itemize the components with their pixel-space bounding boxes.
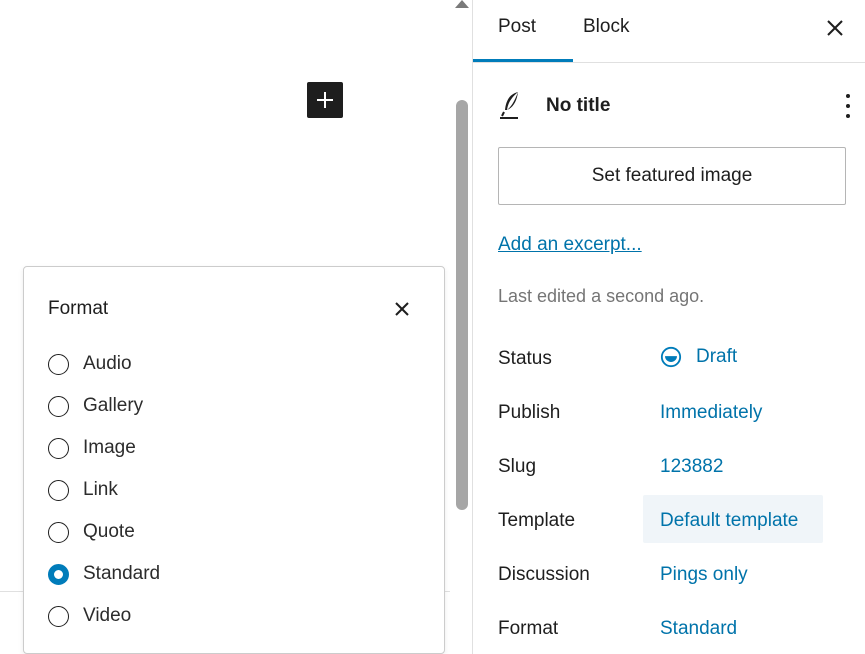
plus-icon: [317, 92, 333, 108]
more-vertical-icon: [846, 94, 850, 98]
editor-canvas: Format Audio Gallery Image Link Quote St…: [0, 0, 472, 654]
close-sidebar-button[interactable]: [823, 16, 847, 40]
format-option-label: Image: [83, 437, 136, 458]
popover-close-button[interactable]: [390, 297, 414, 321]
format-option-label: Gallery: [83, 395, 144, 416]
format-option-audio[interactable]: Audio: [48, 349, 132, 379]
format-popover: Format Audio Gallery Image Link Quote St…: [23, 266, 445, 654]
settings-sidebar: Post Block No title Set featured image A…: [473, 0, 865, 654]
format-option-link[interactable]: Link: [48, 475, 118, 505]
set-featured-image-button[interactable]: Set featured image: [498, 147, 846, 205]
sidebar-tabs: Post Block: [473, 0, 865, 63]
status-label: Status: [498, 348, 552, 369]
block-inserter-button[interactable]: [307, 82, 343, 118]
post-title: No title: [546, 95, 611, 116]
close-icon: [827, 20, 843, 36]
tab-block[interactable]: Block: [583, 16, 629, 38]
status-value-button[interactable]: Draft: [660, 346, 737, 368]
format-option-label: Standard: [83, 563, 161, 584]
format-option-image[interactable]: Image: [48, 433, 136, 463]
last-edited-text: Last edited a second ago.: [498, 286, 705, 306]
format-option-quote[interactable]: Quote: [48, 517, 135, 547]
radio-video[interactable]: [48, 605, 69, 627]
draft-status-icon: [660, 346, 682, 368]
status-value: Draft: [696, 346, 738, 367]
format-option-video[interactable]: Video: [48, 601, 131, 631]
radio-gallery[interactable]: [48, 395, 69, 417]
format-option-label: Quote: [83, 521, 135, 542]
slug-label: Slug: [498, 456, 537, 477]
radio-audio[interactable]: [48, 353, 69, 375]
post-summary-header: No title: [498, 88, 850, 124]
active-tab-indicator: [473, 59, 573, 62]
template-value-button[interactable]: Default template: [660, 510, 798, 532]
format-value-button[interactable]: Standard: [660, 618, 737, 640]
tab-post[interactable]: Post: [498, 16, 536, 38]
scrollbar-thumb[interactable]: [456, 100, 468, 510]
radio-image[interactable]: [48, 437, 69, 459]
post-options-button[interactable]: [842, 92, 854, 120]
radio-standard[interactable]: [48, 563, 69, 585]
format-option-standard[interactable]: Standard: [48, 559, 160, 589]
add-excerpt-link[interactable]: Add an excerpt...: [498, 234, 642, 256]
scroll-up-arrow[interactable]: [455, 0, 469, 8]
format-option-label: Link: [83, 479, 118, 500]
slug-value-button[interactable]: 123882: [660, 456, 723, 478]
discussion-label: Discussion: [498, 564, 590, 585]
close-icon: [395, 302, 409, 316]
publish-label: Publish: [498, 402, 561, 423]
template-label: Template: [498, 510, 576, 531]
discussion-value-button[interactable]: Pings only: [660, 564, 748, 586]
radio-link[interactable]: [48, 479, 69, 501]
format-option-label: Audio: [83, 353, 132, 374]
radio-quote[interactable]: [48, 521, 69, 543]
popover-title: Format: [48, 298, 109, 319]
format-label: Format: [498, 618, 559, 639]
format-option-label: Video: [83, 605, 132, 626]
feather-pen-icon: [500, 92, 518, 119]
format-option-gallery[interactable]: Gallery: [48, 391, 143, 421]
publish-value-button[interactable]: Immediately: [660, 402, 762, 424]
